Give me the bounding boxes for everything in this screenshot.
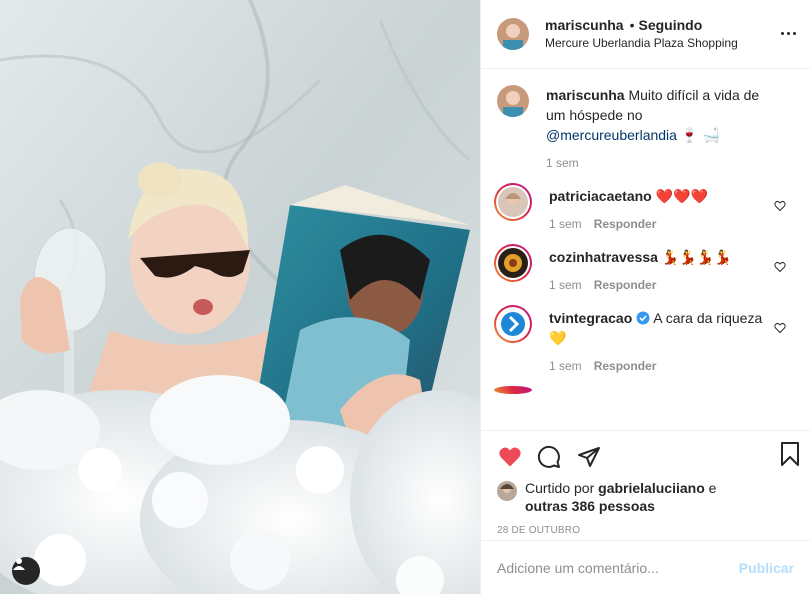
liked-by-username[interactable]: gabrielaluciiano	[598, 480, 705, 496]
comment-emoji: ❤️❤️❤️	[655, 189, 708, 205]
share-button[interactable]	[577, 437, 617, 477]
comment-bubble-icon	[537, 445, 560, 468]
comment-time[interactable]: 1 sem	[549, 217, 582, 231]
comment-emoji: 💃💃💃💃	[661, 250, 732, 266]
bookmark-icon[interactable]	[778, 441, 802, 467]
avatar[interactable]	[498, 187, 528, 217]
tagged-users-button[interactable]	[12, 557, 40, 585]
verified-badge-icon	[636, 311, 650, 325]
comment-item: cozinhatravessa 💃💃💃💃 1 sem Responder	[494, 231, 794, 292]
caption-username[interactable]: mariscunha	[546, 87, 625, 103]
comment-button[interactable]	[537, 437, 577, 477]
separator-dot: •	[629, 17, 635, 33]
comment-time[interactable]: 1 sem	[549, 359, 582, 373]
follow-status-button[interactable]: Seguindo	[639, 17, 703, 33]
heart-outline-icon[interactable]	[774, 200, 786, 212]
post-sidebar: mariscunha • Seguindo Mercure Uberlandia P…	[480, 0, 810, 594]
comment-item: patriciacaetano ❤️❤️❤️ 1 sem Responder	[494, 170, 794, 231]
post-date[interactable]: 28 DE OUTUBRO	[497, 525, 794, 536]
more-options-button[interactable]	[778, 23, 798, 43]
comment-username[interactable]: cozinhatravessa	[549, 249, 658, 265]
comment-username[interactable]: patriciacaetano	[549, 188, 652, 204]
bath-photo-illustration	[0, 0, 480, 594]
mention-link[interactable]: @mercureuberlandia	[546, 127, 677, 143]
more-horizontal-icon	[780, 31, 784, 35]
reply-button[interactable]: Responder	[594, 217, 657, 231]
heart-outline-icon[interactable]	[774, 261, 786, 273]
avatar[interactable]	[498, 248, 528, 278]
heart-filled-icon	[499, 447, 521, 467]
avatar[interactable]	[497, 481, 517, 501]
comment-text: A cara da riqueza	[653, 310, 763, 326]
post-photo[interactable]	[0, 0, 480, 594]
post-actions: Curtido por gabrielaluciiano e outras 38…	[481, 430, 810, 540]
avatar[interactable]	[498, 309, 528, 339]
comment-username[interactable]: tvintegracao	[549, 310, 632, 326]
location-link[interactable]: Mercure Uberlandia Plaza Shopping	[545, 34, 738, 52]
avatar[interactable]	[497, 85, 529, 117]
comments-list[interactable]: mariscunha Muito difícil a vida de um hó…	[481, 69, 810, 430]
comment-input[interactable]	[497, 559, 739, 576]
comment-form: Publicar	[481, 540, 810, 594]
comment-item: tvintegracao A cara da riqueza 💛 1 sem Re…	[494, 292, 794, 373]
comment-item-partial	[494, 373, 794, 394]
reply-button[interactable]: Responder	[594, 278, 657, 292]
user-icon	[13, 558, 25, 570]
caption-emojis: 🍷 🛁	[680, 128, 721, 144]
comment-emoji: 💛	[549, 331, 567, 347]
paper-plane-icon	[578, 447, 600, 467]
like-button[interactable]	[497, 437, 537, 477]
comment-time[interactable]: 1 sem	[549, 278, 582, 292]
header-username[interactable]: mariscunha	[545, 17, 624, 33]
heart-outline-icon[interactable]	[774, 322, 786, 334]
caption-time[interactable]: 1 sem	[546, 156, 579, 170]
caption: mariscunha Muito difícil a vida de um hó…	[497, 69, 794, 170]
post-header: mariscunha • Seguindo Mercure Uberlandia P…	[481, 0, 810, 69]
reply-button[interactable]: Responder	[594, 359, 657, 373]
publish-button[interactable]: Publicar	[739, 560, 794, 576]
post-dialog: mariscunha • Seguindo Mercure Uberlandia P…	[0, 0, 810, 594]
liked-by: Curtido por gabrielaluciiano e outras 38…	[497, 479, 794, 515]
avatar[interactable]	[497, 18, 529, 50]
liked-by-others[interactable]: outras 386 pessoas	[525, 498, 655, 514]
